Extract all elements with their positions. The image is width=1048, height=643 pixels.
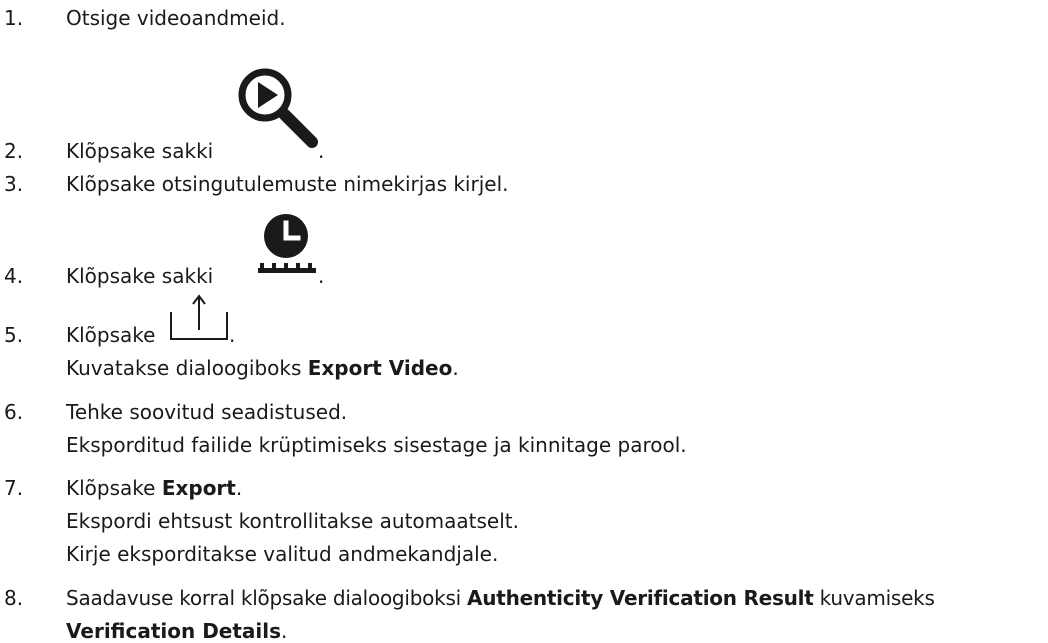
step-text: Klõpsake: [66, 476, 162, 500]
step-punct: .: [235, 476, 243, 500]
step-text: Klõpsake sakki: [66, 139, 214, 163]
step-number: 8.: [4, 586, 24, 610]
search-play-icon: [238, 68, 318, 148]
step-text: Klõpsake: [66, 323, 156, 347]
step-number: 4.: [4, 264, 24, 288]
result-punct: .: [452, 356, 459, 380]
step-number: 1.: [4, 6, 24, 30]
button-name: Export: [161, 476, 236, 500]
result-text: Eksporditud failide krüptimiseks sisesta…: [66, 433, 687, 457]
clock-timeline-icon: [258, 214, 316, 273]
step-number: 6.: [4, 400, 24, 424]
step-text: Klõpsake sakki: [66, 264, 214, 288]
result-text: Kuvatakse dialoogiboks: [66, 356, 308, 380]
step-text: Otsige videoandmeid.: [66, 6, 286, 30]
step-text: Tehke soovitud seadistused.: [66, 400, 348, 424]
export-icon: [170, 294, 228, 340]
step-number: 3.: [4, 172, 24, 196]
result-text: Ekspordi ehtsust kontrollitakse automaat…: [66, 509, 519, 533]
dialog-name: Authenticity Verification Result: [467, 586, 814, 610]
step-text: Klõpsake otsingutulemuste nimekirjas kir…: [66, 172, 509, 196]
step-text-suffix: kuvamiseks: [813, 586, 935, 610]
step-number: 2.: [4, 139, 24, 163]
dialog-name: Export Video: [307, 356, 453, 380]
step-text: Saadavuse korral klõpsake dialoogiboksi: [66, 586, 468, 610]
step-number: 5.: [4, 323, 24, 347]
result-text: Kirje eksporditakse valitud andmekandjal…: [66, 542, 499, 566]
step-number: 7.: [4, 476, 24, 500]
